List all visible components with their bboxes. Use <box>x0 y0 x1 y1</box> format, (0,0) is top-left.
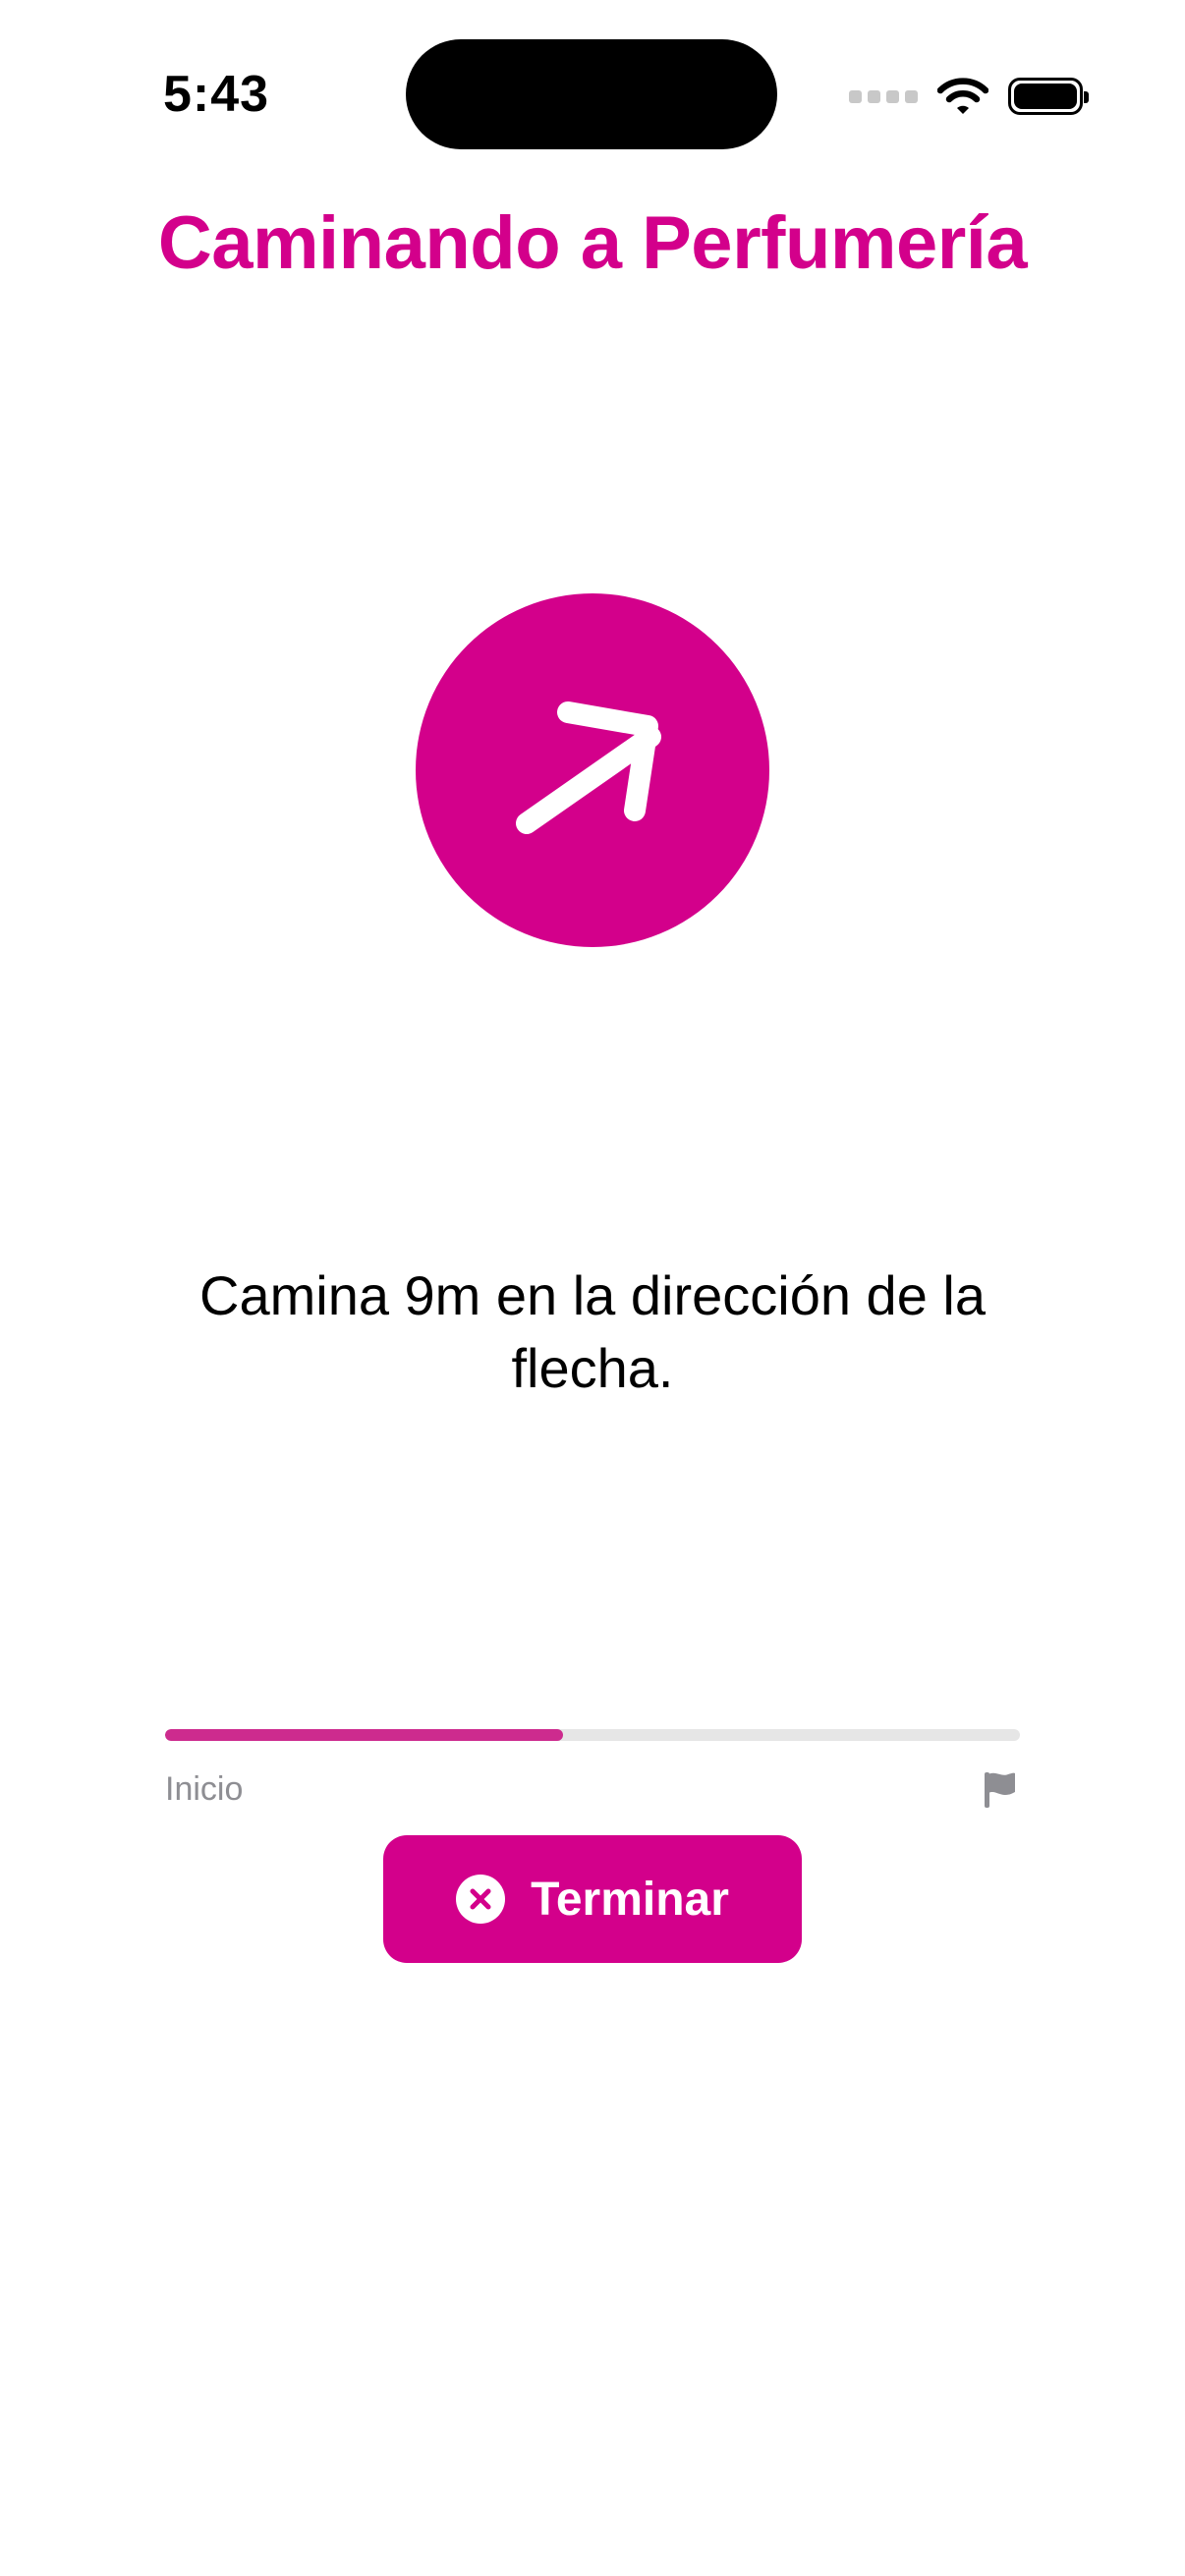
xmark-circle-icon <box>456 1875 506 1924</box>
finish-button[interactable]: Terminar <box>383 1835 802 1963</box>
status-icons <box>849 75 1089 118</box>
route-progress-fill <box>165 1729 563 1741</box>
cellular-signal-icon <box>849 89 918 103</box>
progress-start-label: Inicio <box>165 1770 244 1808</box>
dynamic-island <box>406 39 777 149</box>
wifi-icon <box>937 78 988 114</box>
finish-button-label: Terminar <box>531 1873 729 1926</box>
direction-indicator <box>416 593 769 947</box>
direction-instruction: Camina 9m en la dirección de la flecha. <box>199 1264 986 1399</box>
flag-icon <box>985 1772 1015 1808</box>
status-bar: 5:43 <box>0 0 1185 196</box>
route-progress-bar <box>165 1729 1020 1741</box>
battery-icon <box>1008 78 1089 115</box>
page-title: Caminando a Perfumería <box>157 201 1028 285</box>
arrow-up-right-icon <box>516 701 661 834</box>
status-time: 5:43 <box>163 66 270 123</box>
